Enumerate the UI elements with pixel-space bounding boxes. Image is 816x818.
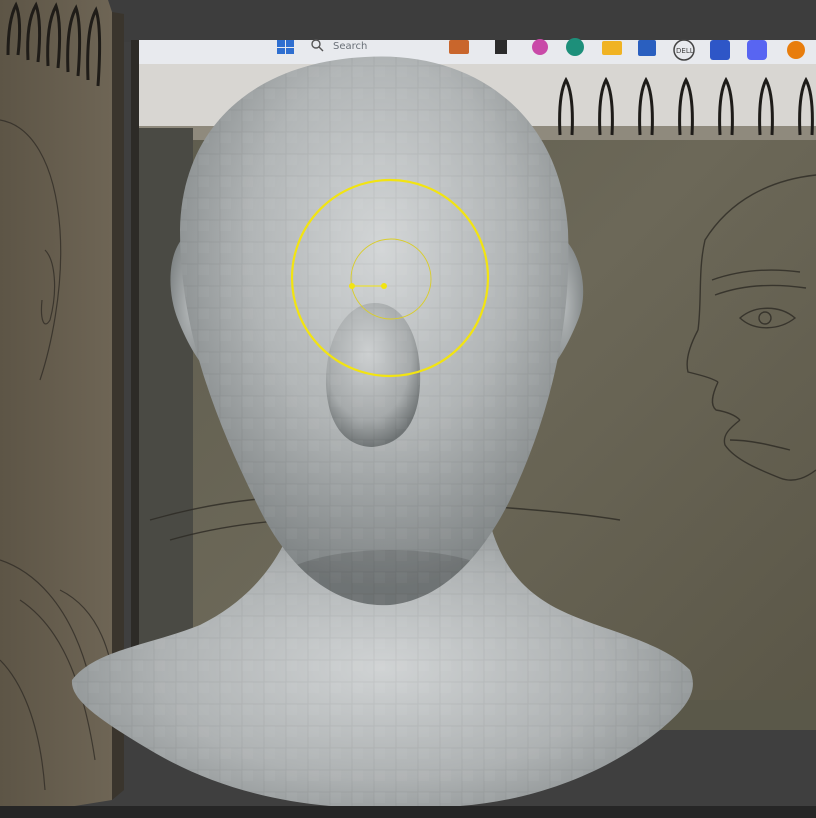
- security-icon: [710, 40, 730, 60]
- file-icon: [495, 40, 507, 54]
- discord-icon: [747, 40, 767, 60]
- blender-icon: [787, 41, 805, 59]
- copilot-icon: [532, 39, 548, 55]
- folder-icon: [602, 41, 622, 55]
- edge-icon: [566, 38, 584, 56]
- brush-stroke-start-dot: [349, 283, 355, 289]
- app-icon: [449, 40, 469, 54]
- reference-search-label: Search: [333, 41, 367, 52]
- 3d-viewport[interactable]: Search DELL: [0, 0, 816, 818]
- brush-stroke-end-dot: [381, 283, 387, 289]
- dell-logo-text: DELL: [676, 47, 694, 55]
- viewport-scene[interactable]: Search DELL: [0, 0, 816, 818]
- store-icon: [638, 40, 656, 56]
